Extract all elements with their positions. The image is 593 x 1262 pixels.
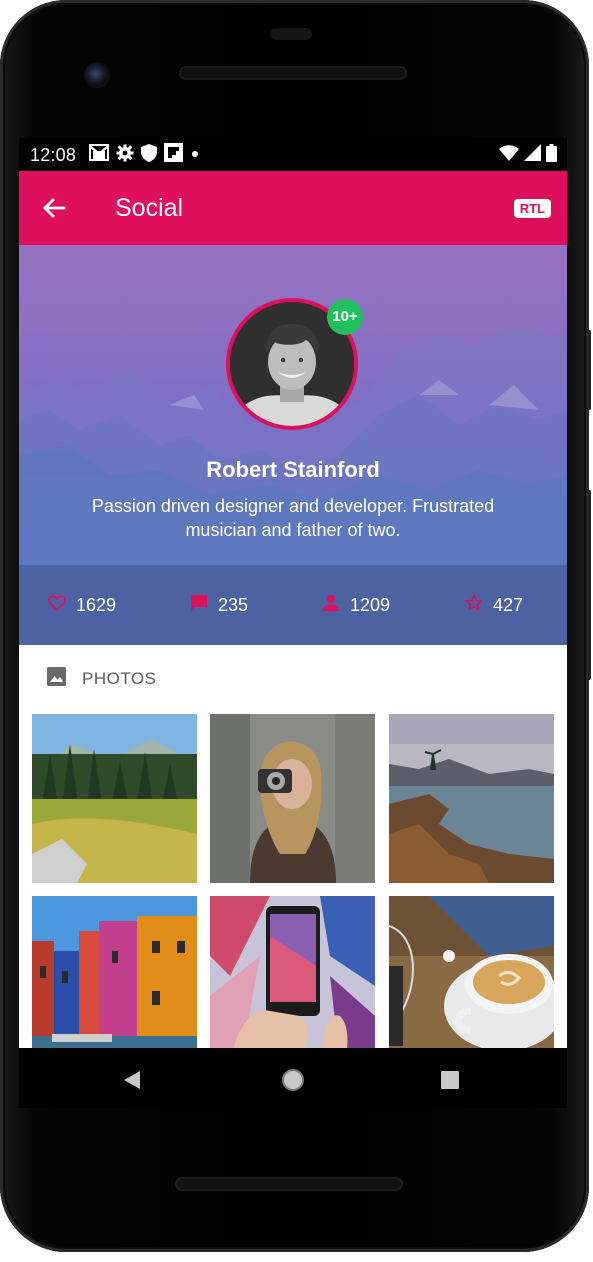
front-camera: [84, 62, 110, 88]
volume-button: [587, 490, 591, 680]
shield-icon: [141, 143, 157, 167]
stat-favorites[interactable]: 427: [465, 593, 523, 617]
page-title: Social: [115, 194, 184, 222]
back-button[interactable]: [39, 193, 69, 223]
photo-coast-sunset[interactable]: [389, 714, 554, 883]
status-time: 12:08: [30, 145, 77, 165]
signal-icon: [524, 144, 541, 166]
app-bar: Social RTL: [19, 171, 567, 245]
rtl-toggle-button[interactable]: RTL: [513, 199, 551, 218]
notification-badge: 10+: [327, 299, 363, 335]
top-slot: [270, 28, 312, 40]
system-nav-bar: [19, 1048, 567, 1108]
gmail-icon: [89, 144, 109, 166]
nav-recents-button[interactable]: [441, 1071, 459, 1094]
nav-back-button[interactable]: [122, 1070, 142, 1095]
battery-icon: [546, 143, 557, 167]
star-icon: [465, 594, 483, 617]
stat-comments[interactable]: 235: [190, 593, 248, 617]
phone-frame: 12:08 Social RTL 10+ Robert Stainford Pa…: [0, 0, 591, 1252]
screen: 12:08 Social RTL 10+ Robert Stainford Pa…: [19, 138, 567, 1108]
wifi-icon: [499, 144, 519, 166]
nav-home-button[interactable]: [281, 1068, 305, 1097]
square-recents-icon: [441, 1071, 459, 1093]
photo-woman-camera[interactable]: [210, 714, 375, 883]
stat-favorites-value: 427: [493, 594, 524, 615]
comment-icon: [190, 594, 208, 617]
profile-bio: Passion driven designer and developer. F…: [91, 496, 495, 540]
status-bar: 12:08: [19, 138, 567, 171]
person-icon: [322, 594, 340, 617]
power-button: [587, 330, 591, 410]
notification-dot-icon: [190, 146, 200, 164]
circle-home-icon: [281, 1069, 305, 1096]
stat-followers[interactable]: 1209: [322, 593, 390, 617]
stats-bar: 1629 235 1209 427: [19, 565, 567, 645]
settings-icon: [116, 144, 134, 167]
image-icon: [47, 667, 66, 691]
heart-icon: [48, 594, 66, 617]
photo-coffee-earphones[interactable]: [389, 896, 554, 1048]
stat-likes-value: 1629: [76, 594, 117, 615]
photo-colorful-houses[interactable]: [32, 896, 197, 1048]
profile-name: Robert Stainford: [206, 457, 380, 482]
photos-title: PHOTOS: [82, 669, 157, 688]
photos-section: PHOTOS: [19, 645, 567, 1048]
arrow-left-icon: [39, 198, 69, 227]
stat-comments-value: 235: [218, 594, 249, 615]
photo-phone-mural[interactable]: [210, 896, 375, 1048]
photo-forest-meadow[interactable]: [32, 714, 197, 883]
triangle-back-icon: [122, 1071, 142, 1094]
profile-header: 10+ Robert Stainford Passion driven desi…: [19, 245, 567, 645]
top-speaker: [179, 66, 407, 80]
stat-likes[interactable]: 1629: [48, 593, 116, 617]
flipboard-icon: [164, 143, 183, 167]
bottom-speaker: [175, 1177, 403, 1191]
stat-followers-value: 1209: [350, 594, 391, 615]
